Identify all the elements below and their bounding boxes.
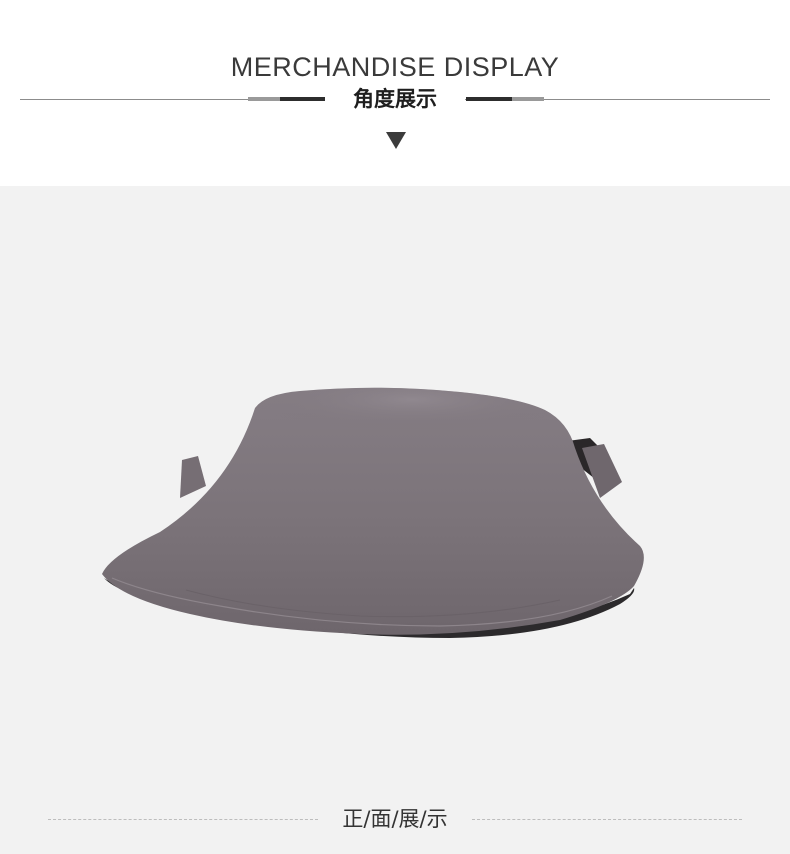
- view-label: 正/面/展/示: [320, 804, 470, 834]
- footer-dotted-line-right: [472, 819, 742, 820]
- section-title: MERCHANDISE DISPLAY: [230, 52, 560, 82]
- page-header: MERCHANDISE DISPLAY 角度展示: [0, 0, 790, 186]
- visor-hat-image: [102, 387, 644, 638]
- divider-accent-left-dark: [280, 97, 325, 101]
- visor-left-flap: [180, 456, 206, 498]
- product-photo: 正/面/展/示: [0, 186, 790, 854]
- divider-accent-left-light: [248, 97, 280, 101]
- divider-accent-right-light: [512, 97, 544, 101]
- section-subtitle: 角度展示: [325, 84, 465, 114]
- triangle-down-icon: [386, 132, 406, 149]
- divider-accent-right-dark: [466, 97, 512, 101]
- footer-dotted-line-left: [48, 819, 318, 820]
